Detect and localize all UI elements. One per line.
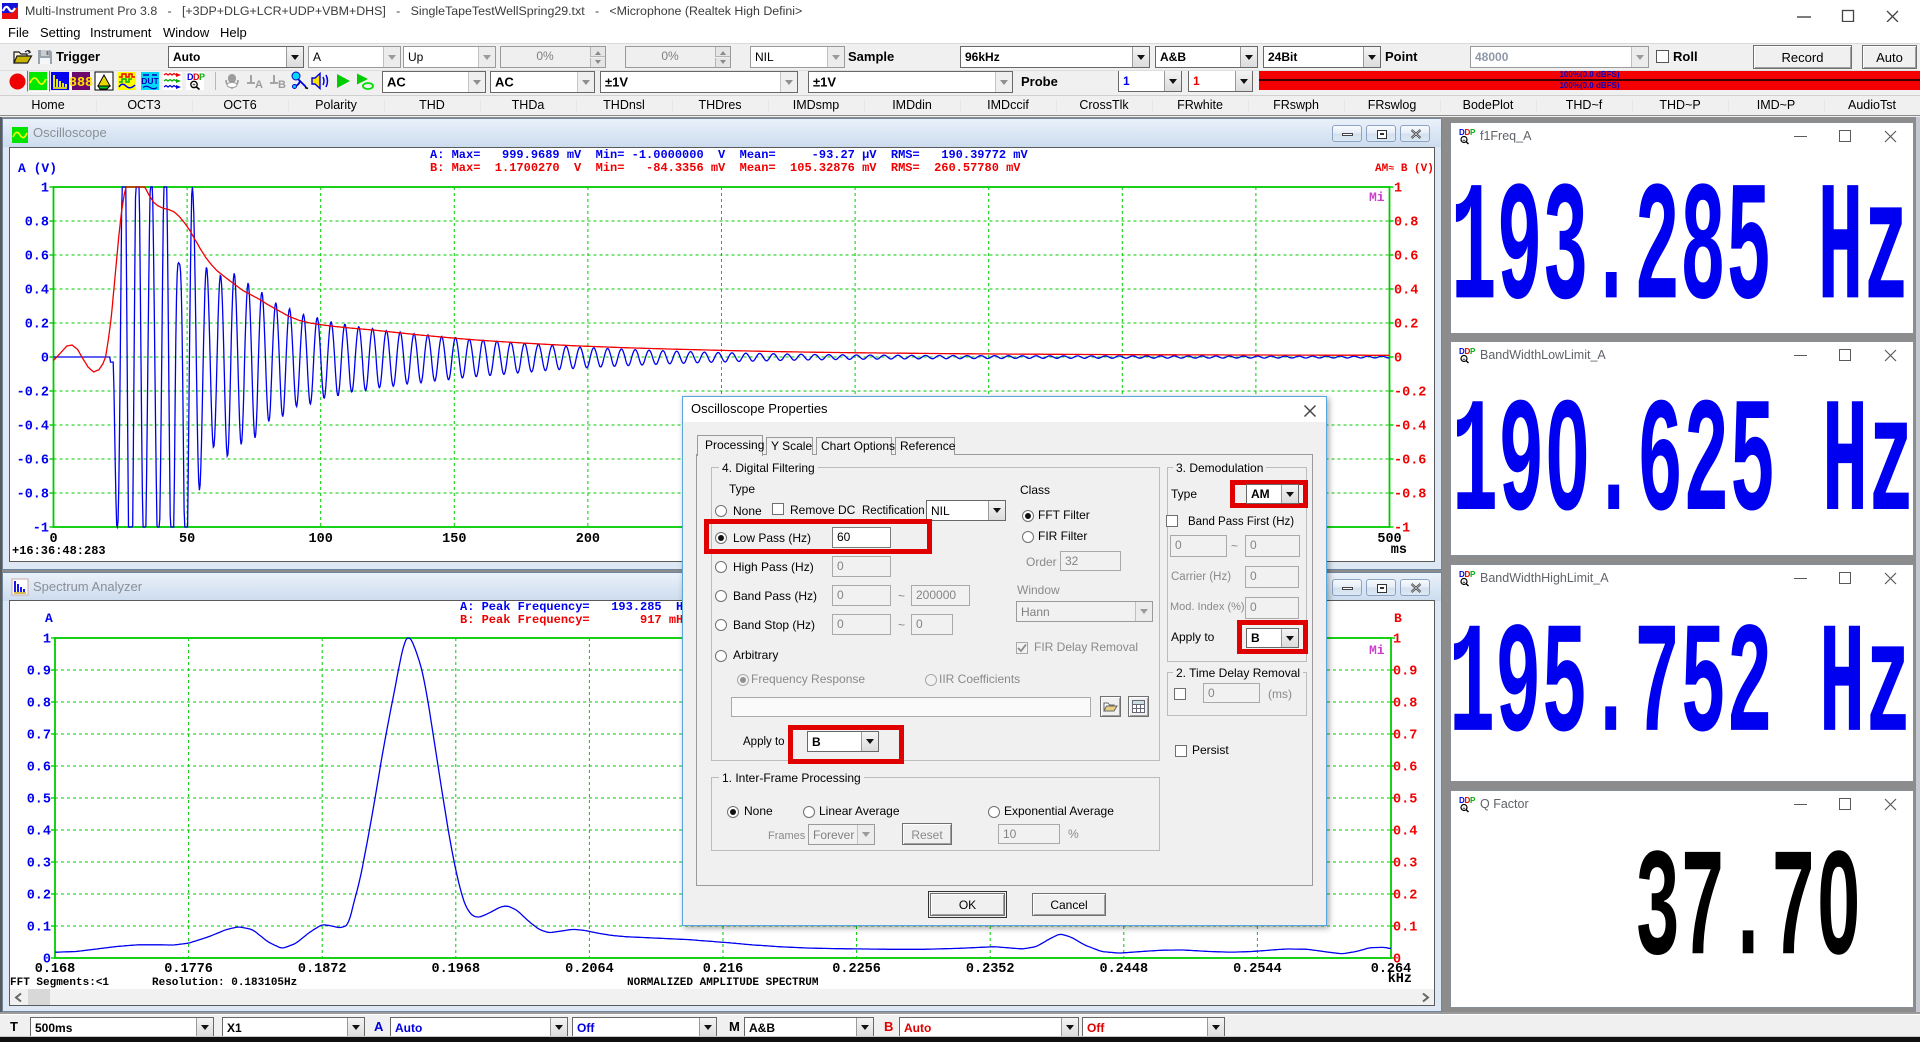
svg-text:+: +	[1462, 580, 1465, 586]
svg-text:0.1968: 0.1968	[431, 962, 480, 977]
svg-text:0.2544: 0.2544	[1233, 962, 1282, 977]
svg-text:0.2352: 0.2352	[966, 962, 1015, 977]
svg-text:0.7: 0.7	[27, 729, 51, 744]
svg-text:0.8: 0.8	[1393, 697, 1417, 712]
svg-text:+: +	[1462, 138, 1465, 144]
svg-text:+: +	[1462, 357, 1465, 363]
svg-text:+: +	[1462, 806, 1465, 812]
svg-text:0.2256: 0.2256	[832, 962, 881, 977]
svg-text:0.2: 0.2	[1393, 889, 1417, 904]
svg-text:0.6: 0.6	[27, 761, 51, 776]
svg-text:kHz: kHz	[1388, 972, 1412, 987]
svg-text:0.1776: 0.1776	[164, 962, 213, 977]
svg-text:P: P	[1470, 570, 1476, 579]
svg-text:0.9: 0.9	[1393, 665, 1417, 680]
svg-text:0.3: 0.3	[27, 857, 51, 872]
svg-text:0.2448: 0.2448	[1099, 962, 1148, 977]
svg-text:0.5: 0.5	[1393, 793, 1417, 808]
svg-text:0.4: 0.4	[27, 825, 51, 840]
svg-text:P: P	[1470, 128, 1476, 137]
svg-text:0.7: 0.7	[1393, 729, 1417, 744]
svg-text:1: 1	[1393, 633, 1401, 648]
svg-text:0.1872: 0.1872	[298, 962, 347, 977]
svg-text:0.9: 0.9	[27, 665, 51, 680]
svg-text:0.2: 0.2	[27, 889, 51, 904]
svg-text:0.6: 0.6	[1393, 761, 1417, 776]
svg-text:P: P	[1470, 347, 1476, 356]
svg-text:0.1: 0.1	[1393, 921, 1417, 936]
svg-text:P: P	[1470, 796, 1476, 805]
svg-text:0.1: 0.1	[27, 921, 51, 936]
svg-text:0.4: 0.4	[1393, 825, 1417, 840]
svg-text:1: 1	[43, 633, 51, 648]
svg-text:0.3: 0.3	[1393, 857, 1417, 872]
svg-text:0.216: 0.216	[703, 962, 744, 977]
svg-text:0.2064: 0.2064	[565, 962, 614, 977]
svg-text:0.168: 0.168	[35, 962, 76, 977]
svg-text:0.5: 0.5	[27, 793, 51, 808]
svg-text:0.8: 0.8	[27, 697, 51, 712]
